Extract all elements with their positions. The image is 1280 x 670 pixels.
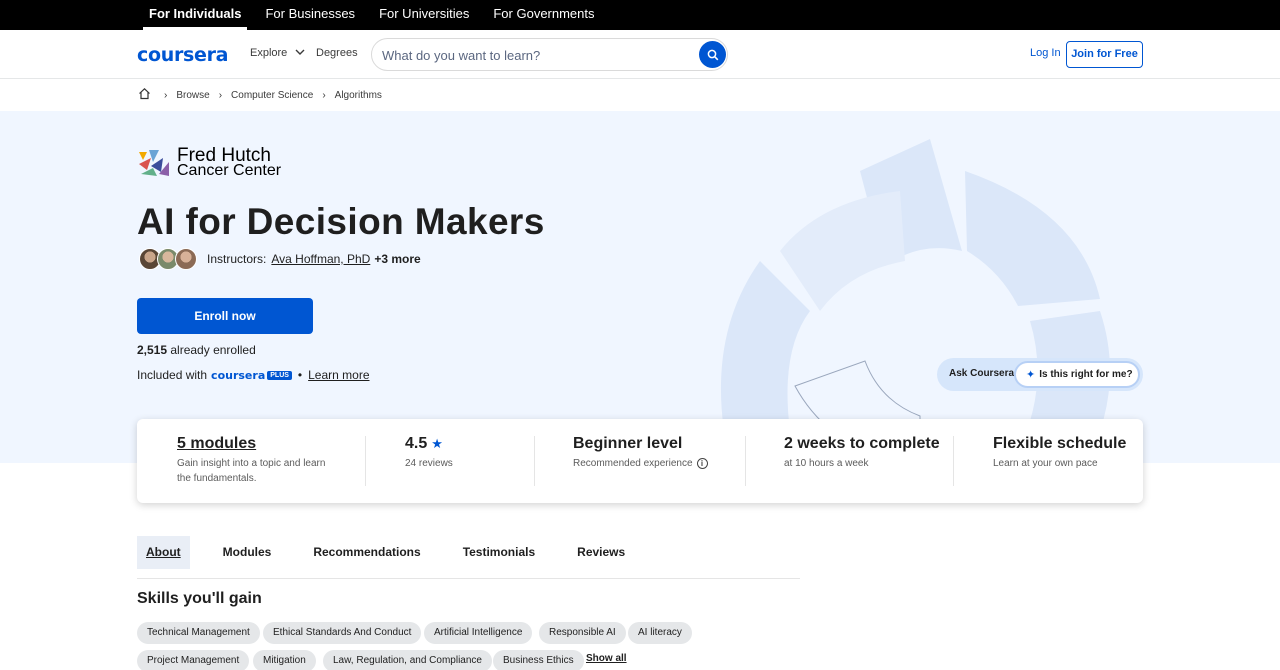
tab-individuals[interactable]: For Individuals: [142, 0, 248, 30]
coursera-plus-logo: coursera PLUS: [211, 369, 292, 382]
learn-more-link[interactable]: Learn more: [308, 368, 369, 382]
coursera-logo[interactable]: coursera: [137, 44, 229, 66]
search-icon: [707, 49, 718, 60]
level-sub-label: Recommended experience: [573, 458, 693, 469]
schedule: Flexible schedule: [993, 435, 1127, 452]
duration-cell: 2 weeks to complete at 10 hours a week: [784, 435, 940, 471]
schedule-sub: Learn at your own pace: [993, 458, 1098, 469]
ask-coursera-label: Ask Coursera: [949, 368, 1015, 379]
divider: [745, 436, 746, 486]
modules-description: Gain insight into a topic and learn the …: [177, 458, 326, 484]
is-this-right-button[interactable]: ✦ Is this right for me?: [1014, 361, 1140, 388]
tab-universities[interactable]: For Universities: [379, 0, 469, 30]
hero-banner: Fred Hutch Cancer Center AI for Decision…: [0, 111, 1280, 463]
coursera-plus-word: coursera: [211, 368, 266, 382]
sparkle-icon: ✦: [1026, 369, 1036, 381]
tab-testimonials[interactable]: Testimonials: [454, 536, 544, 569]
tab-governments[interactable]: For Governments: [493, 0, 594, 30]
tab-businesses[interactable]: For Businesses: [265, 0, 355, 30]
partner-name-line2: Cancer Center: [177, 162, 282, 179]
search-input[interactable]: [382, 46, 682, 64]
breadcrumb: › Browse › Computer Science › Algorithms: [0, 79, 1280, 111]
search-button[interactable]: [699, 41, 726, 68]
skill-chip[interactable]: AI literacy: [628, 622, 692, 644]
search-box: [371, 38, 728, 71]
skill-chip[interactable]: Ethical Standards And Conduct: [263, 622, 422, 644]
explore-label: Explore: [250, 47, 288, 59]
more-instructors-link[interactable]: +3 more: [374, 252, 420, 266]
partner-name: Fred Hutch Cancer Center: [177, 145, 282, 179]
audience-bar: For Individuals For Businesses For Unive…: [0, 0, 1280, 30]
skill-chip[interactable]: Law, Regulation, and Compliance: [323, 650, 492, 670]
skill-chip[interactable]: Technical Management: [137, 622, 260, 644]
chevron-right-icon: ›: [218, 89, 223, 101]
avatar[interactable]: [175, 248, 197, 270]
section-tabs: About Modules Recommendations Testimonia…: [137, 536, 800, 579]
review-count: 24 reviews: [405, 458, 453, 469]
modules-cell: 5 modules Gain insight into a topic and …: [177, 435, 337, 486]
rating-value: 4.5: [405, 435, 428, 452]
home-icon[interactable]: [138, 87, 151, 103]
skills-heading: Skills you'll gain: [137, 590, 262, 607]
included-with: Included with coursera PLUS • Learn more: [137, 368, 370, 382]
breadcrumb-algorithms[interactable]: Algorithms: [335, 90, 382, 101]
ask-coursera-widget: Ask Coursera ✦ Is this right for me?: [937, 358, 1143, 391]
skill-chip[interactable]: Business Ethics: [493, 650, 584, 670]
schedule-cell: Flexible schedule Learn at your own pace: [993, 435, 1126, 471]
hero-decoration: [720, 139, 1120, 463]
modules-link[interactable]: 5 modules: [177, 435, 337, 453]
course-info-card: 5 modules Gain insight into a topic and …: [137, 419, 1143, 503]
duration-sub: at 10 hours a week: [784, 458, 869, 469]
tab-reviews[interactable]: Reviews: [568, 536, 634, 569]
level-cell: Beginner level Recommended experience i: [573, 435, 708, 471]
instructors: Instructors: Ava Hoffman, PhD +3 more: [139, 248, 421, 270]
star-icon: ★: [431, 436, 443, 451]
chevron-right-icon: ›: [164, 89, 168, 101]
explore-menu[interactable]: Explore: [250, 47, 305, 59]
skill-chip[interactable]: Mitigation: [253, 650, 316, 670]
is-this-right-label: Is this right for me?: [1039, 369, 1133, 380]
enroll-button[interactable]: Enroll now: [137, 298, 313, 334]
divider: [534, 436, 535, 486]
level: Beginner level: [573, 435, 683, 452]
rating: 4.5 ★: [405, 435, 453, 453]
skill-chip[interactable]: Responsible AI: [539, 622, 626, 644]
degrees-link[interactable]: Degrees: [316, 47, 358, 59]
login-link[interactable]: Log In: [1030, 47, 1061, 59]
breadcrumb-computer-science[interactable]: Computer Science: [231, 90, 313, 101]
divider: [953, 436, 954, 486]
rating-cell: 4.5 ★ 24 reviews: [405, 435, 453, 471]
tab-recommendations[interactable]: Recommendations: [304, 536, 429, 569]
join-button[interactable]: Join for Free: [1066, 41, 1143, 68]
fred-hutch-mark-icon: [139, 150, 169, 176]
info-icon[interactable]: i: [696, 458, 708, 469]
enrolled-number: 2,515: [137, 343, 168, 357]
plus-badge: PLUS: [267, 370, 292, 380]
skill-chip[interactable]: Artificial Intelligence: [424, 622, 533, 644]
show-all-skills-link[interactable]: Show all: [586, 653, 627, 664]
chevron-down-icon: [295, 47, 305, 59]
breadcrumb-browse[interactable]: Browse: [176, 90, 209, 101]
partner-logo[interactable]: Fred Hutch Cancer Center: [137, 145, 282, 179]
bullet-separator: •: [297, 368, 303, 382]
skill-chip[interactable]: Project Management: [137, 650, 250, 670]
instructors-label: Instructors:: [207, 252, 267, 266]
enrolled-suffix: already enrolled: [170, 343, 256, 357]
tab-modules[interactable]: Modules: [214, 536, 281, 569]
divider: [365, 436, 366, 486]
duration: 2 weeks to complete: [784, 435, 940, 452]
tab-about[interactable]: About: [137, 536, 190, 569]
course-title: AI for Decision Makers: [137, 201, 545, 242]
partner-name-line1: Fred Hutch: [177, 145, 271, 166]
level-sub: Recommended experience i: [573, 456, 708, 471]
enrolled-count: 2,515 already enrolled: [137, 343, 256, 357]
chevron-right-icon: ›: [322, 89, 326, 101]
instructor-link[interactable]: Ava Hoffman, PhD: [271, 252, 370, 266]
site-header: coursera Explore Degrees Log In Join for…: [0, 30, 1280, 79]
included-prefix: Included with: [137, 368, 208, 382]
